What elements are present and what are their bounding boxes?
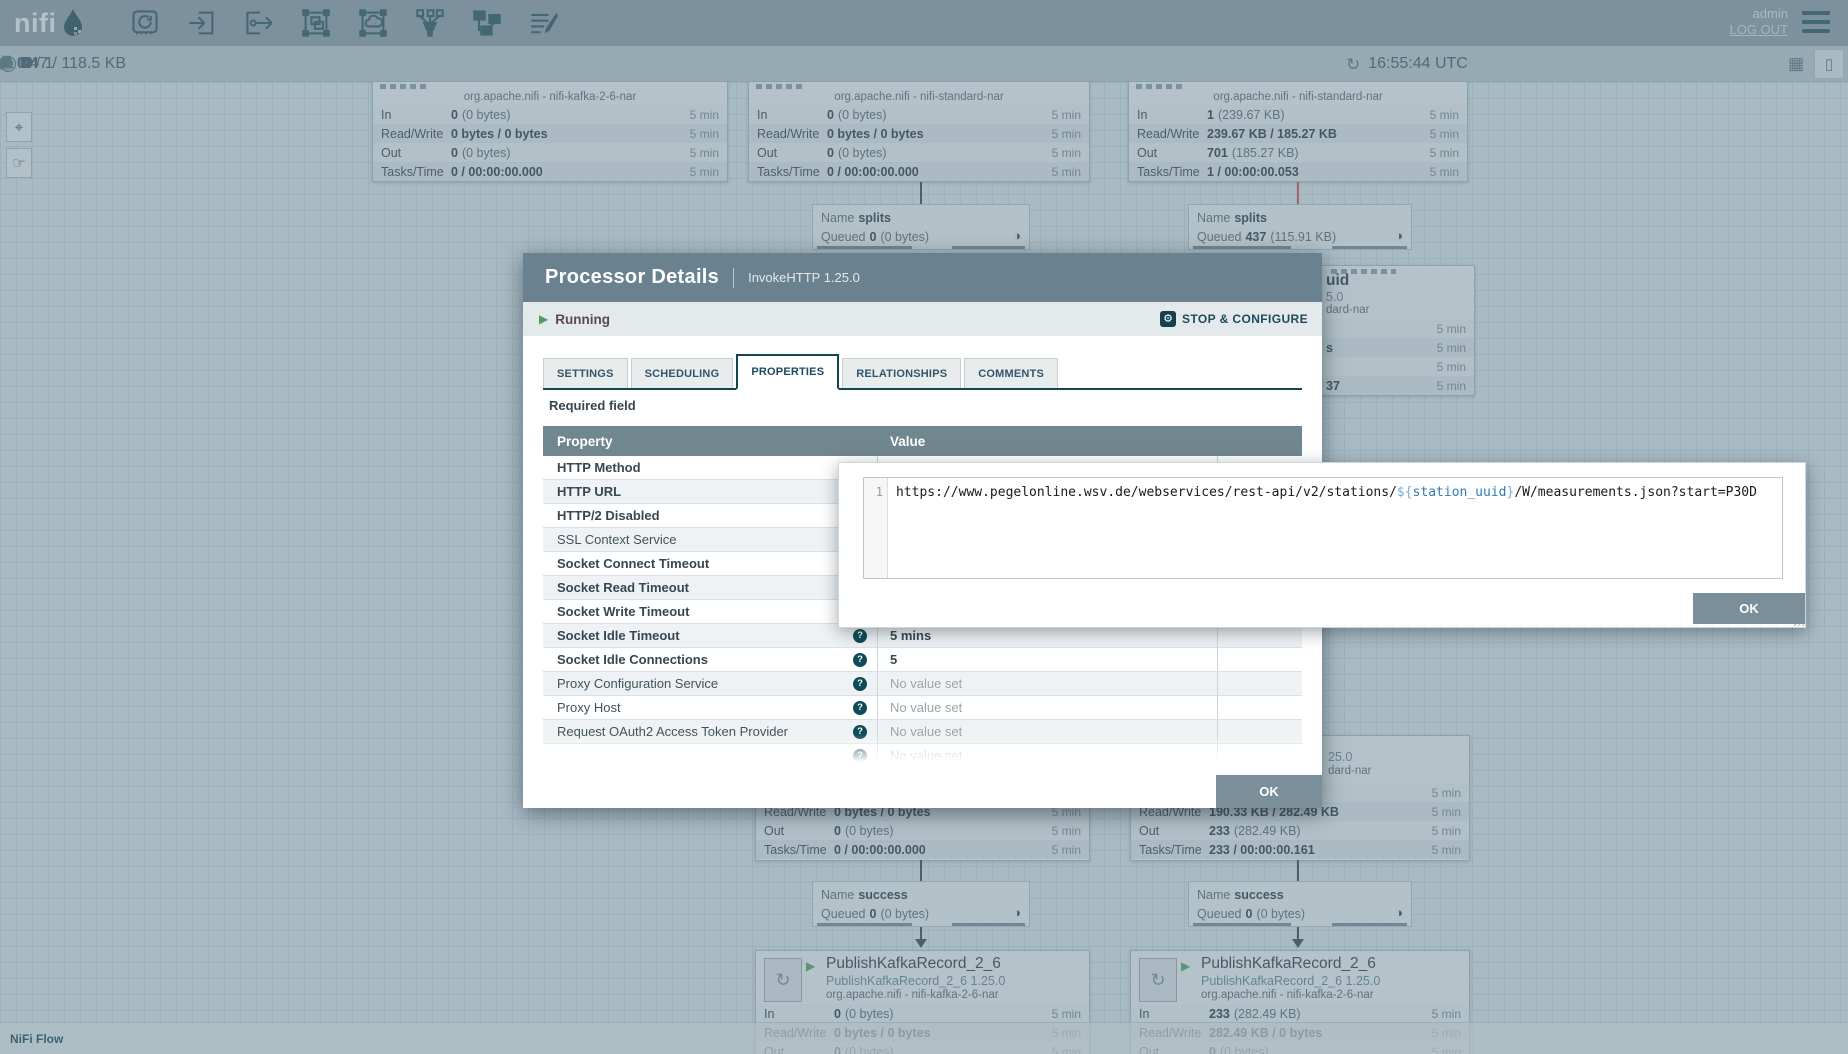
property-row-spacer (1218, 648, 1302, 671)
help-icon[interactable]: ? (853, 653, 867, 667)
column-value: Value (878, 434, 925, 449)
property-name: Proxy Host? (543, 696, 878, 719)
el-open: ${ (1397, 485, 1413, 500)
running-icon: ▶ (539, 312, 548, 326)
property-name: Socket Read Timeout (543, 576, 878, 599)
property-row: Proxy Host?No value set (543, 696, 1302, 720)
help-icon[interactable]: ? (853, 677, 867, 691)
line-number: 1 (864, 478, 888, 578)
dialog-header: Processor Details InvokeHTTP 1.25.0 (523, 253, 1322, 302)
tab-relationships[interactable]: RELATIONSHIPS (842, 358, 961, 388)
processor-state: Running (555, 312, 610, 327)
property-name: Proxy Configuration Service? (543, 672, 878, 695)
column-property: Property (543, 434, 878, 449)
dialog-subtitle: InvokeHTTP 1.25.0 (733, 268, 860, 288)
gear-icon: ⚙ (1160, 311, 1176, 327)
value-editor-popup: 1 https://www.pegelonline.wsv.de/webserv… (838, 462, 1806, 628)
table-fade (543, 734, 1302, 768)
tab-properties[interactable]: PROPERTIES (736, 354, 839, 390)
dialog-tabs: SETTINGSSCHEDULINGPROPERTIESRELATIONSHIP… (543, 352, 1302, 390)
property-row-spacer (1218, 696, 1302, 719)
help-icon[interactable]: ? (853, 629, 867, 643)
property-name: HTTP URL (543, 480, 878, 503)
nifi-app: nifi admin LOG OUT ❖1 / 1⠿0≣447 / 118.5 … (0, 0, 1848, 1054)
value-editor[interactable]: 1 https://www.pegelonline.wsv.de/webserv… (863, 477, 1783, 579)
property-name: Socket Idle Connections? (543, 648, 878, 671)
el-variable: station_uuid (1413, 485, 1507, 500)
property-row-spacer (1218, 672, 1302, 695)
url-suffix: /W/measurements.json?start=P30D (1514, 485, 1757, 500)
required-field-label: Required field (549, 398, 636, 413)
property-name: HTTP/2 Disabled (543, 504, 878, 527)
dialog-ok-button[interactable]: OK (1216, 775, 1322, 808)
value-editor-text[interactable]: https://www.pegelonline.wsv.de/webservic… (888, 478, 1782, 578)
url-prefix: https://www.pegelonline.wsv.de/webservic… (896, 485, 1397, 500)
dialog-title: Processor Details (545, 266, 719, 289)
property-value[interactable]: No value set (878, 696, 1218, 719)
property-name: HTTP Method (543, 456, 878, 479)
dialog-state-bar: ▶ Running ⚙ STOP & CONFIGURE (523, 302, 1322, 336)
property-name: Socket Write Timeout (543, 600, 878, 623)
editor-ok-button[interactable]: OK (1693, 593, 1805, 624)
tab-comments[interactable]: COMMENTS (964, 358, 1058, 388)
tab-scheduling[interactable]: SCHEDULING (631, 358, 734, 388)
property-name: Socket Connect Timeout (543, 552, 878, 575)
properties-table-header: Property Value (543, 426, 1302, 456)
property-name: SSL Context Service (543, 528, 878, 551)
property-row: Socket Idle Connections?5 (543, 648, 1302, 672)
help-icon[interactable]: ? (853, 701, 867, 715)
stop-and-configure-label: STOP & CONFIGURE (1182, 312, 1308, 326)
property-value[interactable]: 5 (878, 648, 1218, 671)
property-name: Socket Idle Timeout? (543, 624, 878, 647)
property-value[interactable]: No value set (878, 672, 1218, 695)
tab-settings[interactable]: SETTINGS (543, 358, 628, 388)
property-row: Proxy Configuration Service?No value set (543, 672, 1302, 696)
stop-and-configure-button[interactable]: ⚙ STOP & CONFIGURE (1160, 311, 1308, 327)
